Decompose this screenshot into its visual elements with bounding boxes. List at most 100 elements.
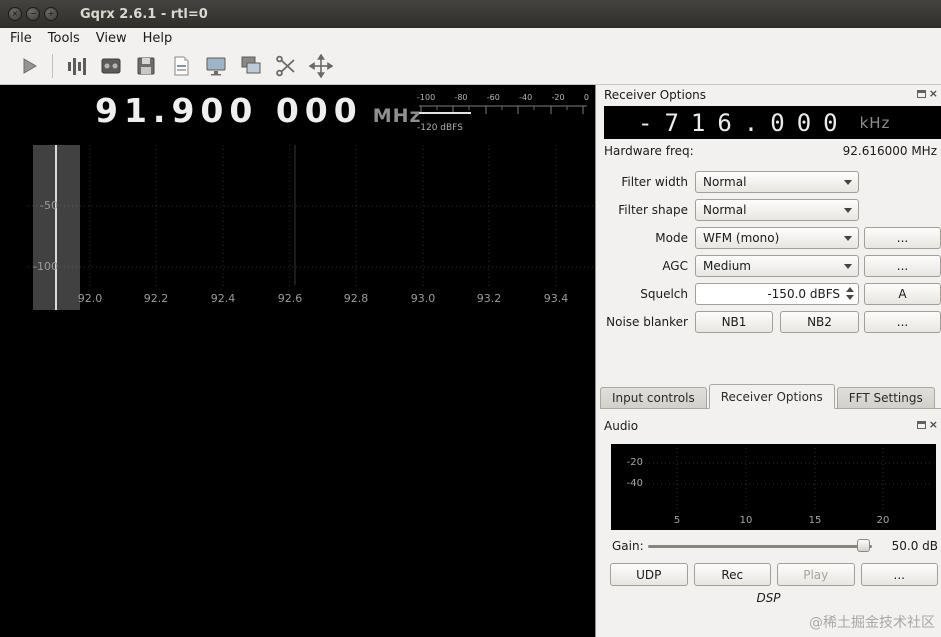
smeter-tick: 0	[583, 93, 589, 102]
nb2-button[interactable]: NB2	[780, 311, 859, 333]
agc-value: Medium	[703, 259, 751, 273]
spectrum-grid	[28, 145, 595, 310]
record-iq-button[interactable]	[61, 52, 91, 80]
noise-blanker-label: Noise blanker	[606, 315, 688, 329]
signal-level-bar	[419, 112, 471, 114]
signal-meter-scale: -100 -80 -60 -40 -20 0	[417, 93, 589, 102]
filter-width-row: Filter width Normal	[596, 171, 941, 194]
slider-track[interactable]	[648, 545, 872, 548]
mode-combo[interactable]: WFM (mono)	[695, 227, 859, 249]
audio-freq-tick: 10	[739, 515, 753, 526]
freq-tick-label: 92.4	[210, 292, 236, 305]
filter-width-value: Normal	[703, 175, 747, 189]
minimize-button[interactable]: −	[26, 7, 40, 21]
menu-view[interactable]: View	[90, 29, 137, 48]
watermark: @稀土掘金技术社区	[809, 615, 935, 631]
gain-value: 50.0 dB	[891, 539, 938, 553]
rec-button[interactable]: Rec	[693, 563, 771, 586]
hardware-freq-row: Hardware freq: 92.616000 MHz	[604, 144, 937, 158]
offset-frequency-lcd[interactable]: -716.000 kHz	[604, 106, 941, 139]
audio-options-button[interactable]: ...	[860, 563, 938, 586]
titlebar: × − + Gqrx 2.6.1 - rtl=0	[0, 0, 941, 28]
signal-meter-ruler	[419, 105, 587, 114]
audio-db-tick: -40	[626, 478, 643, 489]
save-button[interactable]	[131, 52, 161, 80]
remote-control-button[interactable]	[236, 52, 266, 80]
spectrum-area: 91.900 000 MHz -100 -80 -60 -40 -20 0 -1…	[0, 85, 595, 637]
filter-width-label: Filter width	[621, 175, 688, 189]
receiver-options-dock: Receiver Options × -716.000 kHz Hardware…	[595, 85, 941, 637]
nb1-button[interactable]: NB1	[695, 311, 773, 333]
menu-help[interactable]: Help	[137, 29, 183, 48]
noise-blanker-options-button[interactable]: ...	[864, 311, 941, 333]
squelch-label: Squelch	[640, 287, 688, 301]
audio-title: Audio	[604, 419, 639, 433]
float-icon[interactable]	[916, 420, 926, 429]
squelch-row: Squelch -150.0 dBFS A	[596, 283, 941, 306]
smeter-floor-label: -120 dBFS	[417, 123, 463, 133]
maximize-button[interactable]: +	[44, 7, 58, 21]
tab-receiver-options[interactable]: Receiver Options	[708, 384, 835, 409]
close-icon[interactable]: ×	[929, 419, 938, 430]
filter-shape-row: Filter shape Normal	[596, 199, 941, 222]
squelch-auto-button[interactable]: A	[864, 283, 941, 305]
agc-options-button[interactable]: ...	[864, 255, 941, 277]
menubar: File Tools View Help	[0, 28, 941, 48]
frequency-display-row: 91.900 000 MHz -100 -80 -60 -40 -20 0 -1…	[0, 85, 595, 145]
audio-dock-icons: ×	[916, 419, 938, 430]
toolbar	[0, 48, 941, 85]
audio-freq-tick: 5	[673, 515, 681, 526]
frequency-value[interactable]: 91.900 000	[95, 91, 363, 130]
filter-width-combo[interactable]: Normal	[695, 171, 859, 193]
smeter-tick: -60	[486, 93, 500, 102]
spin-down-icon[interactable]	[846, 295, 854, 300]
mode-row: Mode WFM (mono) ...	[596, 227, 941, 250]
fullscreen-button[interactable]	[306, 52, 336, 80]
chevron-down-icon	[844, 180, 852, 185]
toolbar-separator	[52, 54, 53, 78]
bookmarks-button[interactable]	[166, 52, 196, 80]
agc-combo[interactable]: Medium	[695, 255, 859, 277]
spinbox-arrows[interactable]	[846, 287, 854, 300]
smeter-tick: -100	[417, 93, 436, 102]
agc-label: AGC	[662, 259, 688, 273]
menu-tools[interactable]: Tools	[42, 29, 90, 48]
start-dsp-button[interactable]	[14, 52, 44, 80]
udp-button[interactable]: UDP	[610, 563, 688, 586]
squelch-value: -150.0 dBFS	[767, 287, 840, 301]
squelch-spinbox[interactable]: -150.0 dBFS	[695, 283, 859, 305]
gain-slider[interactable]	[648, 538, 872, 554]
dock-tabbar: Input controls Receiver Options FFT Sett…	[600, 384, 941, 409]
receiver-dock-icons: ×	[916, 88, 938, 99]
mode-label: Mode	[655, 231, 688, 245]
smeter-tick: -80	[454, 93, 468, 102]
filter-shape-combo[interactable]: Normal	[695, 199, 859, 221]
audio-db-tick: -20	[626, 457, 643, 468]
tab-fft-settings[interactable]: FFT Settings	[836, 387, 935, 408]
close-icon[interactable]: ×	[929, 88, 938, 99]
db-tick-label: -100	[33, 260, 58, 273]
waterfall-display[interactable]	[0, 310, 595, 637]
spectrum-plot[interactable]: -50 -100 92.0 92.2 92.4 92.6 92.8 93.0 9…	[0, 145, 595, 310]
mode-options-button[interactable]: ...	[864, 227, 941, 249]
offset-frequency-unit: kHz	[859, 113, 891, 132]
spin-up-icon[interactable]	[846, 287, 854, 292]
open-file-button[interactable]	[96, 52, 126, 80]
window-title: Gqrx 2.6.1 - rtl=0	[80, 6, 208, 22]
offset-frequency-value[interactable]: -716.000	[638, 109, 850, 137]
slider-handle[interactable]	[857, 539, 870, 552]
mode-value: WFM (mono)	[703, 231, 780, 245]
close-button[interactable]: ×	[8, 7, 22, 21]
close-icon: ×	[11, 9, 19, 18]
chevron-down-icon	[844, 264, 852, 269]
float-icon[interactable]	[916, 89, 926, 98]
menu-file[interactable]: File	[4, 29, 42, 48]
tuning-line	[55, 145, 57, 310]
edit-button[interactable]	[271, 52, 301, 80]
receiver-options-title: Receiver Options	[604, 88, 707, 102]
freq-tick-label: 93.2	[476, 292, 502, 305]
frequency-display[interactable]: 91.900 000 MHz	[95, 91, 422, 130]
screenshot-button[interactable]	[201, 52, 231, 80]
tab-input-controls[interactable]: Input controls	[600, 387, 707, 408]
chevron-down-icon	[844, 208, 852, 213]
